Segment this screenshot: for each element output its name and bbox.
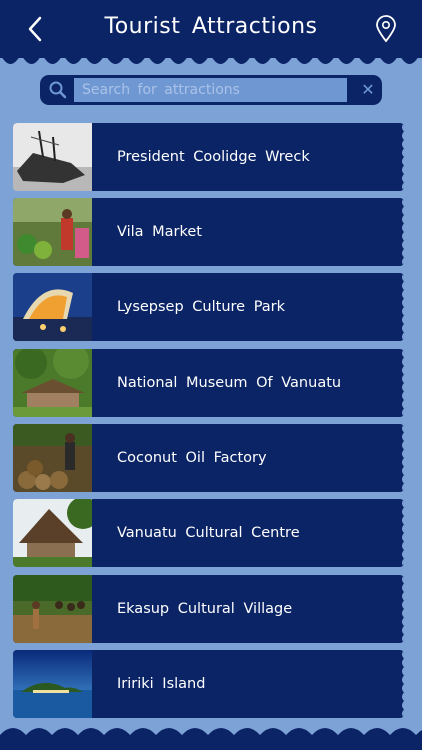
cultural-centre-thumbnail xyxy=(13,499,92,567)
village-thumbnail xyxy=(13,575,92,643)
list-item-lysepsep-culture-park[interactable]: Lysepsep Culture Park xyxy=(13,273,404,341)
list-item-president-coolidge-wreck[interactable]: President Coolidge Wreck xyxy=(13,123,404,191)
item-wave-edge xyxy=(402,575,404,643)
item-wave-edge xyxy=(402,198,404,266)
item-wave-edge xyxy=(402,424,404,492)
list-item-vanuatu-cultural-centre[interactable]: Vanuatu Cultural Centre xyxy=(13,499,404,567)
search-bar: ✕ xyxy=(40,75,382,105)
header-wave-border xyxy=(0,54,422,64)
item-wave-edge xyxy=(402,349,404,417)
item-wave-edge xyxy=(402,123,404,191)
item-wave-edge xyxy=(402,273,404,341)
list-item-vila-market[interactable]: Vila Market xyxy=(13,198,404,266)
item-label: Lysepsep Culture Park xyxy=(117,299,286,315)
market-thumbnail xyxy=(13,198,92,266)
close-icon[interactable]: ✕ xyxy=(358,80,378,100)
list-item-coconut-oil-factory[interactable]: Coconut Oil Factory xyxy=(13,424,404,492)
search-input[interactable] xyxy=(74,78,347,102)
top-bar: Tourist Attractions xyxy=(0,0,422,58)
item-wave-edge xyxy=(402,499,404,567)
footer-wave-border xyxy=(0,728,422,750)
island-thumbnail xyxy=(13,650,92,718)
museum-thumbnail xyxy=(13,349,92,417)
item-label: Vanuatu Cultural Centre xyxy=(117,525,300,541)
location-pin-icon xyxy=(376,15,396,43)
culture-park-thumbnail xyxy=(13,273,92,341)
item-wave-edge xyxy=(402,650,404,718)
item-label: Ekasup Cultural Village xyxy=(117,601,293,617)
coconut-thumbnail xyxy=(13,424,92,492)
item-label: National Museum Of Vanuatu xyxy=(117,375,342,391)
item-label: Coconut Oil Factory xyxy=(117,450,267,466)
item-label: Vila Market xyxy=(117,224,202,240)
page-title: Tourist Attractions xyxy=(104,14,318,39)
item-label: President Coolidge Wreck xyxy=(117,149,310,165)
magnifier-icon xyxy=(49,81,67,99)
map-button[interactable] xyxy=(372,14,400,44)
list-item-ekasup-cultural-village[interactable]: Ekasup Cultural Village xyxy=(13,575,404,643)
shipwreck-thumbnail xyxy=(13,123,92,191)
list-item-iririki-island[interactable]: Iririki Island xyxy=(13,650,404,718)
list-item-national-museum-of-vanuatu[interactable]: National Museum Of Vanuatu xyxy=(13,349,404,417)
item-label: Iririki Island xyxy=(117,676,206,692)
